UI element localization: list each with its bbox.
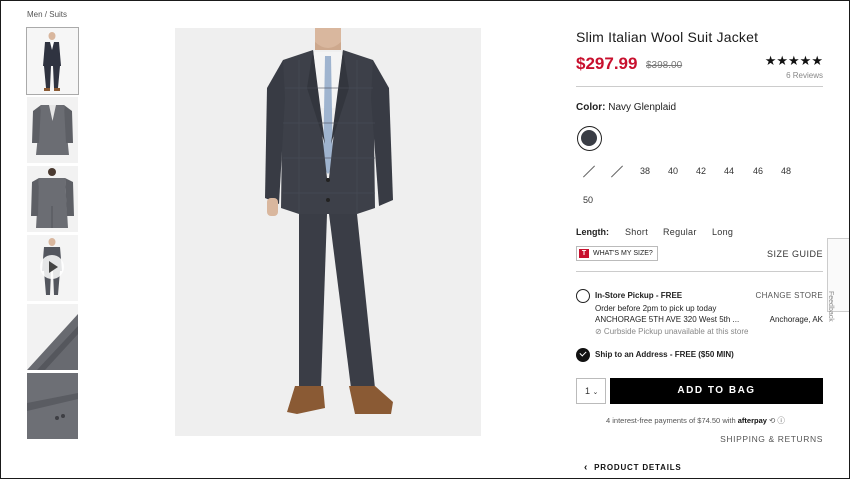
color-value: Navy Glenplaid (608, 102, 677, 113)
afterpay-logo: afterpay (737, 416, 767, 425)
change-store-link[interactable]: CHANGE STORE (756, 291, 823, 300)
chevron-left-icon: ‹ (584, 462, 589, 473)
ship-title: Ship to an Address - FREE ($50 MIN) (595, 350, 734, 359)
length-option-regular[interactable]: Regular (663, 227, 697, 237)
afterpay-text: 4 interest-free payments of $74.50 with (606, 416, 736, 425)
ship-checkmark-icon[interactable] (576, 348, 590, 362)
rating-stars-icon[interactable]: ★★★★★ (765, 53, 823, 69)
length-label: Length: (576, 227, 609, 237)
quantity-value: 1 (585, 386, 591, 396)
size-option-46[interactable]: 46 (746, 166, 770, 176)
true-fit-icon: T (579, 249, 589, 258)
original-price: $398.00 (646, 60, 683, 71)
color-row: Color: Navy Glenplaid (576, 102, 676, 113)
size-option-38[interactable]: 38 (633, 166, 657, 176)
size-guide-link[interactable]: SIZE GUIDE (767, 249, 823, 259)
product-details-toggle[interactable]: ‹ PRODUCT DETAILS (584, 462, 682, 473)
length-option-short[interactable]: Short (625, 227, 648, 237)
thumbnail-fabric-detail[interactable] (27, 304, 78, 370)
size-unavailable-1 (577, 163, 601, 181)
size-unavailable-2 (605, 163, 629, 181)
whats-my-size-label: WHAT'S MY SIZE? (593, 250, 653, 257)
thumbnail-jacket[interactable] (27, 97, 78, 163)
pickup-city: Anchorage, AK (769, 315, 823, 324)
curbside-note: ⊘ Curbside Pickup unavailable at this st… (595, 327, 749, 336)
size-option-50[interactable]: 50 (576, 195, 600, 205)
divider (576, 271, 823, 272)
thumbnail-rail (26, 27, 79, 442)
size-option-48[interactable]: 48 (774, 166, 798, 176)
size-option-44[interactable]: 44 (717, 166, 741, 176)
product-main-image[interactable] (175, 28, 481, 436)
sale-price: $297.99 (576, 54, 638, 73)
size-option-40[interactable]: 40 (661, 166, 685, 176)
add-to-bag-button[interactable]: ADD TO BAG (610, 378, 823, 404)
shipping-returns-link[interactable]: SHIPPING & RETURNS (720, 434, 823, 444)
pickup-cutoff: Order before 2pm to pick up today (595, 304, 717, 313)
thumbnail-back[interactable] (27, 166, 78, 232)
quantity-select[interactable]: 1 ⌄ (576, 378, 606, 404)
chevron-down-icon: ⌄ (592, 389, 599, 396)
breadcrumb[interactable]: Men / Suits (27, 10, 67, 19)
feedback-label: Feedback (827, 291, 834, 322)
thumbnail-front[interactable] (26, 27, 79, 95)
product-title: Slim Italian Wool Suit Jacket (576, 29, 759, 45)
length-option-long[interactable]: Long (712, 227, 733, 237)
afterpay-note: 4 interest-free payments of $74.50 with … (606, 415, 785, 426)
whats-my-size-button[interactable]: T WHAT'S MY SIZE? (576, 246, 658, 261)
pickup-store: ANCHORAGE 5TH AVE 320 West 5th ... (595, 315, 740, 324)
pickup-title: In-Store Pickup - FREE (595, 291, 683, 300)
feedback-tab[interactable]: Feedback (827, 238, 849, 322)
thumbnail-video[interactable] (27, 235, 78, 301)
thumbnail-sleeve-detail[interactable] (27, 373, 78, 439)
play-icon[interactable] (40, 255, 64, 279)
divider (576, 86, 823, 87)
pickup-radio[interactable] (576, 289, 590, 303)
info-icon[interactable]: ⟲ ⓘ (769, 416, 785, 425)
color-swatch-navy[interactable] (577, 126, 602, 151)
reviews-link[interactable]: 6 Reviews (786, 71, 823, 80)
color-label: Color: (576, 102, 606, 113)
size-option-42[interactable]: 42 (689, 166, 713, 176)
product-details-label: PRODUCT DETAILS (594, 463, 682, 472)
